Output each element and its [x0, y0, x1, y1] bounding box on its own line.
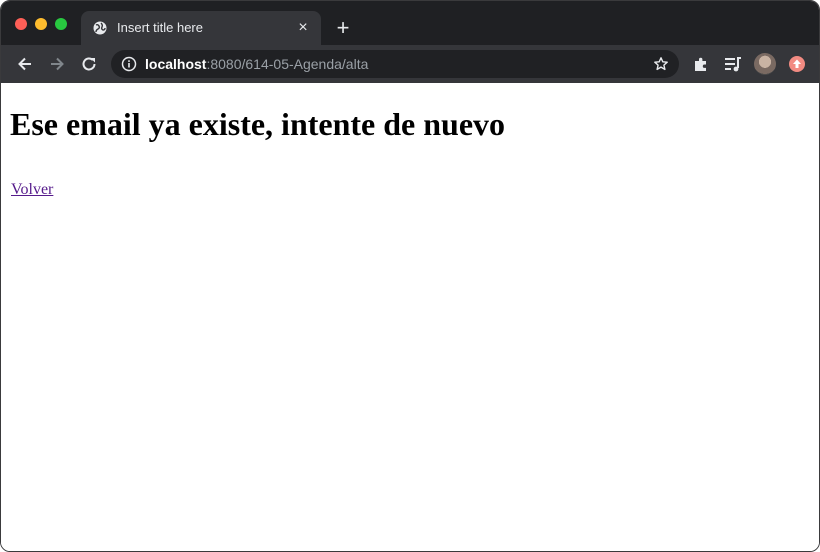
volver-link[interactable]: Volver [11, 180, 53, 200]
forward-arrow-icon[interactable] [47, 54, 67, 74]
media-queue-icon[interactable] [723, 54, 743, 74]
tab-active[interactable]: Insert title here × [81, 11, 321, 45]
new-tab-button[interactable]: + [333, 17, 353, 39]
tab-strip: Insert title here × + [1, 1, 819, 45]
page-heading: Ese email ya existe, intente de nuevo [10, 106, 506, 142]
browser-window: Insert title here × + localhost:8080/614… [0, 0, 820, 552]
extensions-puzzle-icon[interactable] [691, 54, 711, 74]
minimize-window-button[interactable] [35, 18, 47, 30]
back-arrow-icon[interactable] [15, 54, 35, 74]
url-text: localhost:8080/614-05-Agenda/alta [145, 56, 368, 72]
page-content: Ese email ya existe, intente de nuevo Vo… [1, 83, 819, 551]
url-host: localhost [145, 56, 207, 72]
maximize-window-button[interactable] [55, 18, 67, 30]
update-arrow-icon[interactable] [789, 56, 805, 72]
close-tab-icon[interactable]: × [295, 20, 311, 36]
tab-title: Insert title here [117, 20, 203, 35]
bookmark-star-icon[interactable] [653, 56, 669, 72]
toolbar: localhost:8080/614-05-Agenda/alta [1, 45, 819, 83]
profile-avatar[interactable] [754, 53, 776, 75]
address-bar[interactable]: localhost:8080/614-05-Agenda/alta [111, 50, 679, 78]
info-icon[interactable] [121, 56, 137, 72]
reload-icon[interactable] [79, 54, 99, 74]
globe-icon [93, 21, 107, 35]
close-window-button[interactable] [15, 18, 27, 30]
url-path: :8080/614-05-Agenda/alta [206, 56, 369, 72]
